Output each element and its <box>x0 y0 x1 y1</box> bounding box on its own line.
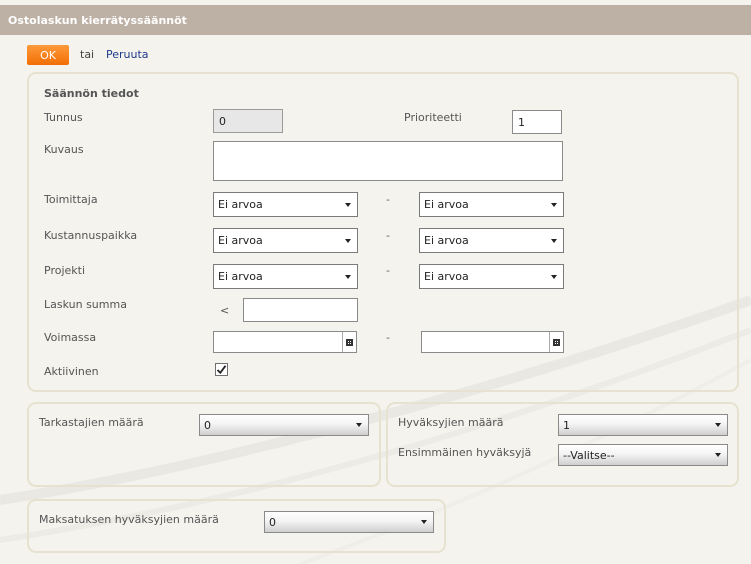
invoice-sum-label: Laskun summa <box>44 298 127 311</box>
cancel-link[interactable]: Peruuta <box>106 48 149 61</box>
page-title: Ostolaskun kierrätyssäännöt <box>8 14 187 27</box>
cost-center-to-select[interactable]: Ei arvoa <box>419 228 564 253</box>
chevron-down-icon <box>715 423 721 427</box>
approvers-count-label: Hyväksyjien määrä <box>398 416 504 429</box>
priority-field[interactable] <box>512 110 562 134</box>
ok-button[interactable]: OK <box>27 45 69 65</box>
valid-label: Voimassa <box>44 331 97 344</box>
id-field <box>213 109 283 133</box>
cost-center-range-separator: - <box>386 229 390 242</box>
active-label: Aktiivinen <box>44 365 99 378</box>
reviewers-count-value: 0 <box>204 418 211 432</box>
calendar-button[interactable] <box>342 332 356 352</box>
calendar-button[interactable] <box>549 332 563 352</box>
priority-label: Prioriteetti <box>404 111 462 124</box>
chevron-down-icon <box>551 274 557 279</box>
chevron-down-icon <box>356 423 362 427</box>
active-checkbox[interactable] <box>215 363 228 376</box>
payment-approvers-count-select[interactable]: 0 <box>264 511 434 533</box>
window-title-bar: Ostolaskun kierrätyssäännöt <box>0 5 751 35</box>
project-range-separator: - <box>386 264 390 277</box>
reviewers-count-label: Tarkastajien määrä <box>39 416 144 429</box>
project-from-select[interactable]: Ei arvoa <box>213 264 358 289</box>
valid-to-date[interactable] <box>421 331 564 353</box>
description-field[interactable] <box>213 141 563 181</box>
payment-approvers-count-label: Maksatuksen hyväksyjien määrä <box>39 513 219 526</box>
supplier-label: Toimittaja <box>44 193 98 206</box>
project-to-select[interactable]: Ei arvoa <box>419 264 564 289</box>
section-title-rule-details: Säännön tiedot <box>44 87 139 100</box>
approvers-count-value: 1 <box>563 418 570 432</box>
payment-approvers-count-value: 0 <box>269 515 276 529</box>
calendar-icon <box>553 338 560 346</box>
project-from-value: Ei arvoa <box>218 270 263 283</box>
id-label: Tunnus <box>44 111 83 124</box>
invoice-sum-input[interactable] <box>243 298 358 322</box>
project-label: Projekti <box>44 264 86 277</box>
calendar-icon <box>346 338 353 346</box>
chevron-down-icon <box>421 520 427 524</box>
chevron-down-icon <box>345 274 351 279</box>
cost-center-to-value: Ei arvoa <box>424 234 469 247</box>
approvers-count-select[interactable]: 1 <box>558 414 728 436</box>
invoice-sum-operator: < <box>220 304 230 317</box>
chevron-down-icon <box>551 238 557 243</box>
cost-center-from-value: Ei arvoa <box>218 234 263 247</box>
chevron-down-icon <box>345 238 351 243</box>
cost-center-from-select[interactable]: Ei arvoa <box>213 228 358 253</box>
project-to-value: Ei arvoa <box>424 270 469 283</box>
first-approver-value: --Valitse-- <box>563 448 615 462</box>
supplier-from-value: Ei arvoa <box>218 198 263 211</box>
chevron-down-icon <box>345 202 351 207</box>
first-approver-select[interactable]: --Valitse-- <box>558 444 728 466</box>
or-text: tai <box>80 48 95 61</box>
valid-range-separator: - <box>386 331 390 344</box>
description-label: Kuvaus <box>44 143 84 156</box>
cost-center-label: Kustannuspaikka <box>44 229 138 242</box>
supplier-from-select[interactable]: Ei arvoa <box>213 192 358 217</box>
supplier-range-separator: - <box>386 193 390 206</box>
first-approver-label: Ensimmäinen hyväksyjä <box>398 446 532 459</box>
chevron-down-icon <box>551 202 557 207</box>
chevron-down-icon <box>715 453 721 457</box>
checkmark-icon <box>216 365 227 375</box>
reviewers-count-select[interactable]: 0 <box>199 414 369 436</box>
supplier-to-select[interactable]: Ei arvoa <box>419 192 564 217</box>
supplier-to-value: Ei arvoa <box>424 198 469 211</box>
valid-from-date[interactable] <box>213 331 357 353</box>
